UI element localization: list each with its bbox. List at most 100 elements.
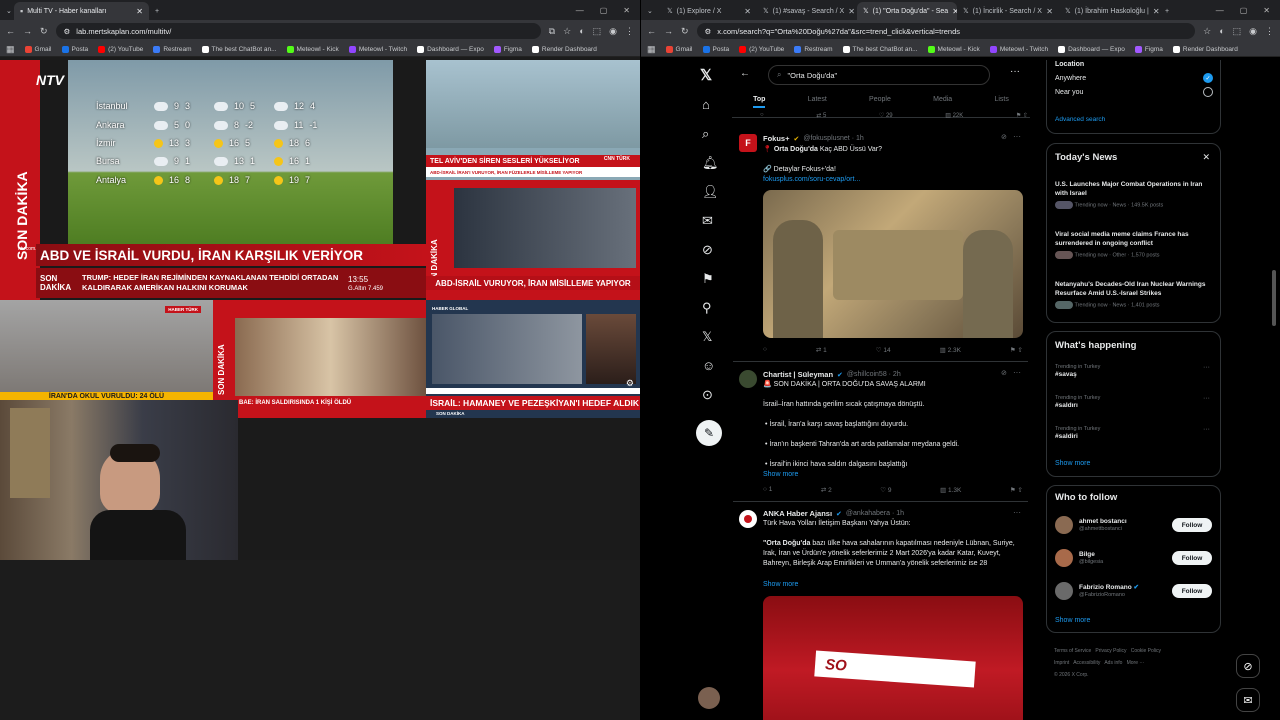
apps-icon[interactable]: ▦ <box>647 44 656 55</box>
bookmark-youtube[interactable]: (2) YouTube <box>739 45 784 53</box>
footer-link[interactable]: Privacy Policy <box>1095 648 1126 654</box>
reload-icon[interactable]: ↻ <box>40 26 48 37</box>
explore-search-icon[interactable]: ⌕ <box>702 126 709 142</box>
footer-link[interactable]: Imprint <box>1054 660 1069 666</box>
post-author[interactable]: Fokus+ <box>763 134 789 143</box>
show-more-link[interactable]: Show more <box>1055 460 1090 467</box>
like-count[interactable]: ♡ 29 <box>879 112 893 119</box>
bookmark-figma[interactable]: Figma <box>493 45 522 53</box>
post-handle[interactable]: @shillcoin58 · 2h <box>847 371 901 378</box>
menu-icon[interactable]: ⋮ <box>1265 26 1274 37</box>
like-button[interactable]: ♡ 14 <box>876 346 891 354</box>
tab-ibrahim[interactable]: 𝕏 (1) İbrahim Haskoloğlu | ✕ <box>1059 2 1159 20</box>
close-tab-icon[interactable]: ✕ <box>848 7 855 16</box>
tab-search-icon[interactable]: ⌄ <box>0 2 14 20</box>
new-tab-button[interactable]: + <box>149 2 165 20</box>
url-field[interactable]: ⚙ lab.mertskaplan.com/multitv/ <box>55 23 541 39</box>
follow-icon[interactable]: 👤︎ <box>702 184 719 200</box>
tab-incirlik[interactable]: 𝕏 (1) İncirlik - Search / X ✕ <box>957 2 1059 20</box>
radio-anywhere[interactable]: ✓ <box>1203 73 1213 83</box>
back-icon[interactable]: ← <box>6 26 15 36</box>
extensions-icon[interactable]: ⬚ <box>593 26 602 37</box>
grok-float-icon[interactable]: ⊘ <box>1236 654 1260 678</box>
bookmark-chatbot[interactable]: The best ChatBot an... <box>201 45 277 53</box>
follow-button[interactable]: Follow <box>1172 518 1212 532</box>
close-window-icon[interactable]: ✕ <box>1263 6 1270 15</box>
tab-multitv[interactable]: ▪ Multi TV - Haber kanalları ✕ <box>14 2 149 20</box>
radio-near-you[interactable] <box>1203 87 1213 97</box>
follow-user[interactable]: Fabrizio Romano ✔ @FabrizioRomano <box>1079 583 1139 598</box>
maximize-icon[interactable]: ▢ <box>1240 6 1248 15</box>
grok-icon[interactable]: ⊘ <box>702 242 713 258</box>
premium-x-icon[interactable]: 𝕏 <box>702 329 712 345</box>
tab-media[interactable]: Media <box>933 96 952 108</box>
post-author[interactable]: ANKA Haber Ajansı <box>763 509 832 518</box>
bookmark-gmail[interactable]: Gmail <box>665 45 693 53</box>
scrollbar-thumb[interactable] <box>1272 270 1276 326</box>
bookmark-icon[interactable]: ⚑ ⇧ <box>1016 112 1028 119</box>
tab-lists[interactable]: Lists <box>994 96 1008 108</box>
bookmark-gmail[interactable]: Gmail <box>24 45 52 53</box>
avatar[interactable] <box>739 510 757 528</box>
menu-icon[interactable]: ⋮ <box>625 26 634 37</box>
trend-item[interactable]: Trending in Turkey #saldırı <box>1055 395 1215 410</box>
tv-haberglobal[interactable]: HABER GLOBAL ⚙ İSRAİL: HAMANEY VE PEZEŞK… <box>426 300 640 418</box>
post-more-icon[interactable]: ··· <box>1013 368 1021 377</box>
bookmark-star-icon[interactable]: ☆ <box>563 26 571 37</box>
show-more-link[interactable]: Show more <box>763 580 798 590</box>
bookmark-share-buttons[interactable]: ⚑ ⇧ <box>1010 346 1023 354</box>
bookmark-expo[interactable]: Dashboard — Expo <box>417 45 484 53</box>
close-icon[interactable]: ✕ <box>1202 152 1210 163</box>
tv-channel-5[interactable]: SON DAKİKA BAE: İRAN SALDIRISINDA 1 KİŞİ… <box>213 300 426 418</box>
reload-icon[interactable]: ↻ <box>681 26 689 37</box>
tab-people[interactable]: People <box>869 96 891 108</box>
tv-cnnturk[interactable]: TEL AVİV'DEN SİREN SESLERİ YÜKSELİYOR AB… <box>426 60 640 180</box>
bookmark-posta[interactable]: Posta <box>702 45 729 53</box>
close-tab-icon[interactable]: ✕ <box>744 7 751 16</box>
tv-haberturk[interactable]: HABER TÜRK İRAN'DA OKUL VURULDU: 24 ÖLÜ <box>0 300 213 400</box>
tv-channel-3[interactable]: SON DAKİKA ABD-İSRAİL VURUYOR, İRAN MİSİ… <box>426 180 640 300</box>
avatar[interactable] <box>1055 582 1073 600</box>
extension-icon[interactable]: ◐ <box>579 26 584 36</box>
show-more-link[interactable]: Show more <box>763 470 798 480</box>
footer-link[interactable]: Cookie Policy <box>1131 648 1161 654</box>
bookmark-star-icon[interactable]: ☆ <box>1203 26 1211 37</box>
new-tab-button[interactable]: + <box>1159 2 1175 20</box>
trend-item[interactable]: Trending in Turkey #saldiri <box>1055 426 1215 441</box>
messages-float-icon[interactable]: ✉ <box>1236 688 1260 712</box>
bookmark-twitch[interactable]: Meteowl - Twitch <box>989 45 1048 53</box>
tab-top[interactable]: Top <box>753 96 766 108</box>
news-item[interactable]: Netanyahu's Decades-Old Iran Nuclear War… <box>1055 280 1215 309</box>
profile-icon[interactable]: ◉ <box>609 26 617 37</box>
tab-explore[interactable]: 𝕏 (1) Explore / X ✕ <box>661 2 757 20</box>
extension-icon[interactable]: ◐ <box>1219 26 1224 36</box>
more-icon[interactable]: ⊙ <box>702 387 713 403</box>
reply-button[interactable]: ○ <box>763 346 767 354</box>
close-window-icon[interactable]: ✕ <box>623 6 630 15</box>
search-more-icon[interactable]: ··· <box>1010 66 1020 77</box>
profile-icon[interactable]: ☺ <box>702 358 715 373</box>
news-item[interactable]: U.S. Launches Major Combat Operations in… <box>1055 180 1215 209</box>
bookmark-youtube[interactable]: (2) YouTube <box>98 45 143 53</box>
back-icon[interactable]: ← <box>647 26 656 36</box>
trend-item[interactable]: Trending in Turkey #savaş <box>1055 364 1215 379</box>
post-more-icon[interactable]: ··· <box>1013 132 1021 141</box>
forward-icon[interactable]: → <box>23 26 32 36</box>
back-arrow-icon[interactable]: ← <box>740 68 750 79</box>
bookmark-figma[interactable]: Figma <box>1134 45 1163 53</box>
views-count[interactable]: ▥ 22K <box>945 112 963 119</box>
url-field[interactable]: ⚙ x.com/search?q="Orta%20Doğu%27da"&src=t… <box>696 23 1196 39</box>
avatar[interactable] <box>739 370 757 388</box>
x-logo-icon[interactable]: 𝕏 <box>700 66 712 84</box>
post-handle[interactable]: @fokusplusnet · 1h <box>803 135 863 142</box>
bookmark-share-buttons[interactable]: ⚑ ⇧ <box>1010 486 1023 494</box>
repost-button[interactable]: ⇄ 1 <box>816 346 827 354</box>
tab-savas[interactable]: 𝕏 (1) #savaş - Search / X ✕ <box>757 2 857 20</box>
site-info-icon[interactable]: ⚙ <box>705 27 712 36</box>
post-anka[interactable]: ANKA Haber Ajansı ✔ @ankahabera · 1h ···… <box>733 502 1028 720</box>
site-info-icon[interactable]: ⚙ <box>64 27 71 36</box>
bookmarks-icon[interactable]: ⚑ <box>702 271 714 287</box>
post-chartist[interactable]: Chartist | Süleyman ✔ @shillcoin58 · 2h … <box>733 362 1028 502</box>
bookmark-restream[interactable]: Restream <box>794 45 833 53</box>
post-link[interactable]: fokusplus.com/soru-cevap/ort... <box>763 175 860 185</box>
